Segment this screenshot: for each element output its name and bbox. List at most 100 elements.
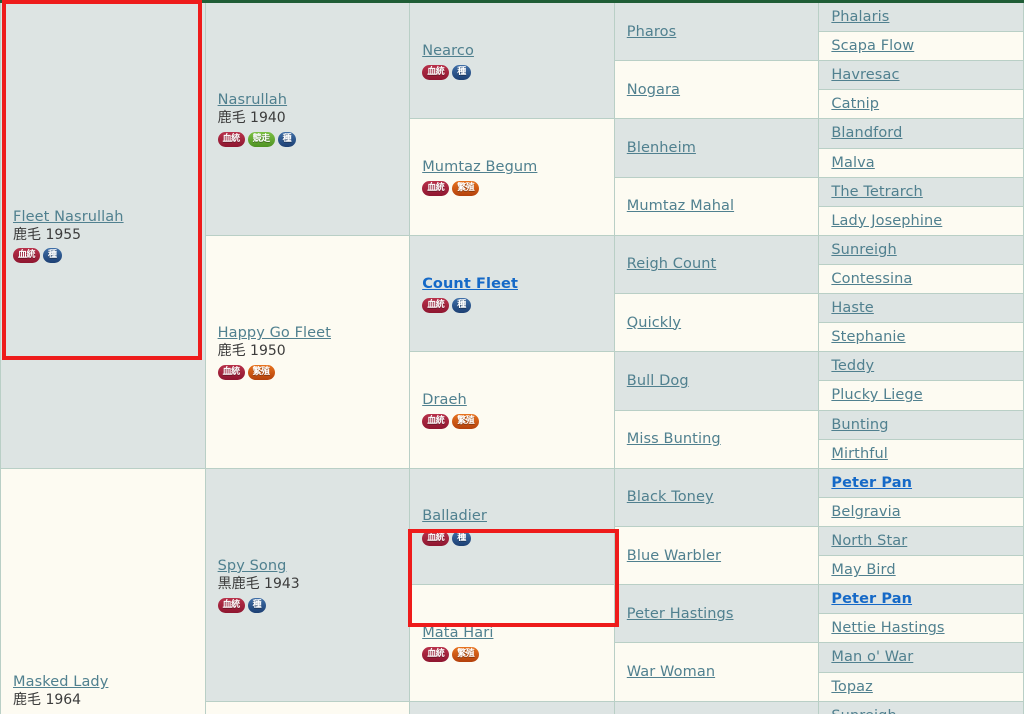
horse-link-phalaris[interactable]: Phalaris <box>831 9 889 25</box>
horse-link-mumtaz-mahal[interactable]: Mumtaz Mahal <box>627 198 734 214</box>
horse-link-mirthful[interactable]: Mirthful <box>831 446 888 462</box>
horse-link-havresac[interactable]: Havresac <box>831 67 899 83</box>
horse-link-bull-dog[interactable]: Bull Dog <box>627 373 689 389</box>
horse-link-black-toney[interactable]: Black Toney <box>627 489 714 505</box>
horse-link-peter-pan[interactable]: Peter Pan <box>831 591 912 607</box>
horse-link-lady-josephine[interactable]: Lady Josephine <box>831 213 942 229</box>
badge-ped-icon[interactable]: 血統 <box>217 597 245 613</box>
horse-link-pharos[interactable]: Pharos <box>627 24 677 40</box>
horse-link-masked-lady[interactable]: Masked Lady <box>13 674 108 690</box>
badge-breed-icon[interactable]: 繁殖 <box>452 646 480 662</box>
pedigree-cell-gen5[interactable]: Contessina <box>818 263 1024 295</box>
badge-ped-icon[interactable]: 血統 <box>422 64 450 80</box>
horse-link-man-o-war[interactable]: Man o' War <box>831 649 913 665</box>
pedigree-cell-gen5[interactable]: Haste <box>818 293 1024 324</box>
pedigree-cell-gen5[interactable]: Bunting <box>818 409 1024 440</box>
horse-link-nettie-hastings[interactable]: Nettie Hastings <box>831 620 944 636</box>
badge-stud-icon[interactable]: 種 <box>277 131 297 147</box>
horse-link-blandford[interactable]: Blandford <box>831 125 902 141</box>
pedigree-cell-gen3[interactable]: Count Fleet血統種 <box>409 700 615 714</box>
badge-breed-icon[interactable]: 繁殖 <box>452 414 480 430</box>
pedigree-cell-gen3[interactable]: Count Fleet 血統種 <box>409 234 615 353</box>
pedigree-cell-gen5[interactable]: North Star <box>818 525 1024 557</box>
pedigree-cell-gen3[interactable]: Mata Hari 血統 繁殖 <box>409 584 615 702</box>
badge-ped-icon[interactable]: 血統 <box>422 297 450 313</box>
horse-link-catnip[interactable]: Catnip <box>831 96 879 112</box>
pedigree-cell-gen5[interactable]: Catnip <box>818 89 1024 120</box>
horse-link-peter-pan[interactable]: Peter Pan <box>831 475 912 491</box>
pedigree-cell-gen3[interactable]: Mumtaz Begum 血統 繁殖 <box>409 118 615 236</box>
badge-ped-icon[interactable]: 血統 <box>422 414 450 430</box>
horse-link-nearco[interactable]: Nearco <box>422 43 474 59</box>
pedigree-cell-gen5[interactable]: Nettie Hastings <box>818 613 1024 644</box>
badge-stud-icon[interactable]: 種 <box>452 530 471 546</box>
pedigree-cell-gen5[interactable]: Lady Josephine <box>818 205 1024 236</box>
horse-link-topaz[interactable]: Topaz <box>831 679 872 695</box>
horse-link-scapa-flow[interactable]: Scapa Flow <box>831 38 914 54</box>
pedigree-cell-gen2[interactable]: Nasrullah 鹿毛 1940 血統 競走種 <box>204 1 411 236</box>
pedigree-cell-gen4[interactable]: Reigh Count <box>613 700 820 714</box>
horse-link-belgravia[interactable]: Belgravia <box>831 504 900 520</box>
horse-link-bunting[interactable]: Bunting <box>831 417 888 433</box>
pedigree-cell-gen4[interactable]: Miss Bunting <box>613 409 820 469</box>
horse-link-quickly[interactable]: Quickly <box>627 315 681 331</box>
badge-breed-icon[interactable]: 繁殖 <box>452 181 480 197</box>
horse-link-nasrullah[interactable]: Nasrullah <box>218 92 287 108</box>
pedigree-cell-gen5[interactable]: Teddy <box>818 351 1024 382</box>
badge-ped-icon[interactable]: 血統 <box>217 131 245 147</box>
horse-link-happy-go-fleet[interactable]: Happy Go Fleet <box>218 325 331 341</box>
pedigree-cell-gen4[interactable]: Bull Dog <box>613 351 820 411</box>
badge-stud-icon[interactable]: 種 <box>452 297 471 313</box>
pedigree-cell-gen5[interactable]: The Tetrarch <box>818 176 1024 207</box>
horse-link-haste[interactable]: Haste <box>831 300 873 316</box>
pedigree-cell-gen5[interactable]: Scapa Flow <box>818 31 1024 62</box>
badge-stud-icon[interactable]: 種 <box>247 597 267 613</box>
badge-stud-icon[interactable]: 種 <box>452 64 471 80</box>
pedigree-cell-gen1[interactable]: Fleet Nasrullah 鹿毛 1955 血統種 <box>0 1 206 469</box>
horse-link-blenheim[interactable]: Blenheim <box>627 140 696 156</box>
pedigree-cell-gen4[interactable]: Blue Warbler <box>613 525 820 586</box>
pedigree-cell-gen4[interactable]: Nogara <box>613 60 820 120</box>
horse-link-nogara[interactable]: Nogara <box>627 82 680 98</box>
pedigree-cell-gen2[interactable]: Spinosa鹿毛 1956血統繁殖 <box>204 700 411 714</box>
pedigree-cell-gen5[interactable]: Belgravia <box>818 496 1024 527</box>
pedigree-cell-gen5[interactable]: Havresac <box>818 60 1024 91</box>
pedigree-cell-gen5[interactable]: Phalaris <box>818 0 1024 33</box>
horse-link-stephanie[interactable]: Stephanie <box>831 329 905 345</box>
pedigree-cell-gen5[interactable]: May Bird <box>818 555 1024 586</box>
pedigree-cell-gen5[interactable]: Mirthful <box>818 438 1024 469</box>
badge-stud-icon[interactable]: 種 <box>43 248 62 264</box>
pedigree-cell-gen4[interactable]: Peter Hastings <box>613 584 820 644</box>
pedigree-cell-gen5[interactable]: Sunreigh <box>818 234 1024 265</box>
horse-link-plucky-liege[interactable]: Plucky Liege <box>831 387 922 403</box>
pedigree-cell-gen4[interactable]: Mumtaz Mahal <box>613 176 820 236</box>
pedigree-cell-gen5[interactable]: Blandford <box>818 118 1024 149</box>
horse-link-mumtaz-begum[interactable]: Mumtaz Begum <box>422 159 537 175</box>
pedigree-cell-gen5[interactable]: Plucky Liege <box>818 380 1024 411</box>
badge-ped-icon[interactable]: 血統 <box>422 530 450 546</box>
pedigree-cell-gen5[interactable]: Peter Pan <box>818 467 1024 498</box>
badge-race-icon[interactable]: 競走 <box>247 131 275 147</box>
horse-link-sunreigh[interactable]: Sunreigh <box>831 242 896 258</box>
pedigree-cell-gen3[interactable]: Nearco 血統種 <box>409 0 615 120</box>
badge-ped-icon[interactable]: 血統 <box>217 364 245 380</box>
badge-ped-icon[interactable]: 血統 <box>422 181 450 197</box>
pedigree-cell-gen5[interactable]: Sunreigh <box>818 700 1024 714</box>
pedigree-cell-gen2[interactable]: Happy Go Fleet 鹿毛 1950 血統 繁殖 <box>204 234 411 469</box>
horse-link-miss-bunting[interactable]: Miss Bunting <box>627 431 721 447</box>
pedigree-cell-gen4[interactable]: Reigh Count <box>613 234 820 295</box>
badge-breed-icon[interactable]: 繁殖 <box>247 364 275 380</box>
horse-link-peter-hastings[interactable]: Peter Hastings <box>627 606 734 622</box>
pedigree-cell-gen3[interactable]: Balladier 血統種 <box>409 467 615 586</box>
badge-ped-icon[interactable]: 血統 <box>13 248 41 264</box>
horse-link-mata-hari[interactable]: Mata Hari <box>422 625 493 641</box>
horse-link-war-woman[interactable]: War Woman <box>627 664 715 680</box>
horse-link-balladier[interactable]: Balladier <box>422 508 487 524</box>
horse-link-the-tetrarch[interactable]: The Tetrarch <box>831 184 922 200</box>
pedigree-cell-gen5[interactable]: Malva <box>818 147 1024 178</box>
pedigree-cell-gen5[interactable]: Man o' War <box>818 642 1024 673</box>
pedigree-cell-gen4[interactable]: War Woman <box>613 642 820 702</box>
pedigree-cell-gen4[interactable]: Pharos <box>613 0 820 62</box>
horse-link-contessina[interactable]: Contessina <box>831 271 912 287</box>
horse-link-count-fleet[interactable]: Count Fleet <box>422 276 518 292</box>
